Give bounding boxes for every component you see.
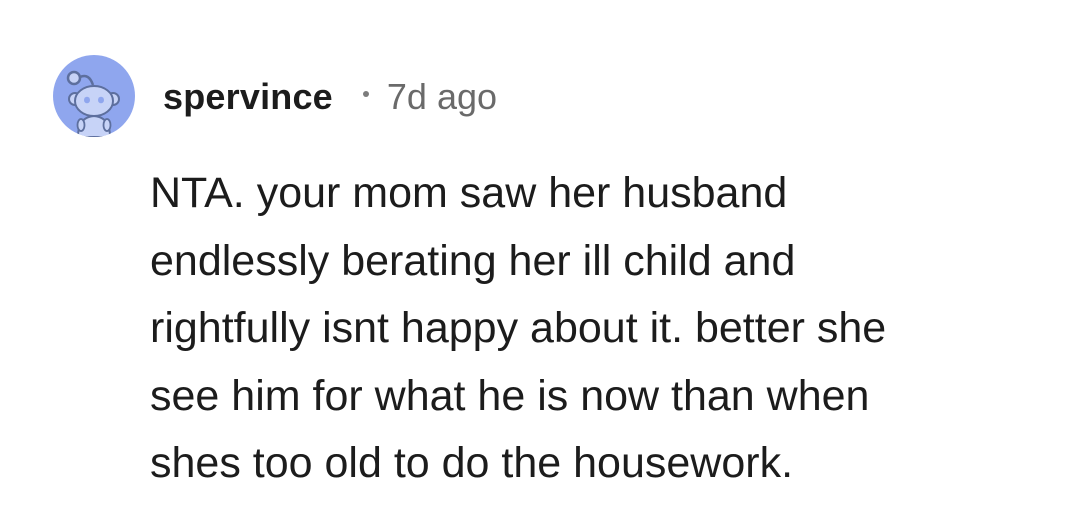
comment-line: shes too old to do the housework. (150, 439, 794, 487)
comment-line: see him for what he is now than when (150, 371, 870, 420)
username-link[interactable]: spervince (163, 76, 333, 118)
comment-body: NTA. your mom saw her husband endlessly b… (150, 160, 1030, 498)
comment-card: spervince 7d ago NTA. your mom saw her h… (0, 0, 1080, 529)
comment-line: NTA. your mom saw her husband (150, 169, 788, 217)
comment-line: endlessly berating her ill child and (150, 236, 796, 285)
avatar[interactable] (53, 55, 135, 137)
snoo-avatar-icon (66, 70, 120, 137)
timestamp-link[interactable]: 7d ago (387, 76, 497, 118)
dot-separator-icon (362, 91, 369, 97)
comment-header: spervince 7d ago (163, 72, 497, 122)
comment-line: rightfully isnt happy about it. better s… (150, 304, 887, 352)
